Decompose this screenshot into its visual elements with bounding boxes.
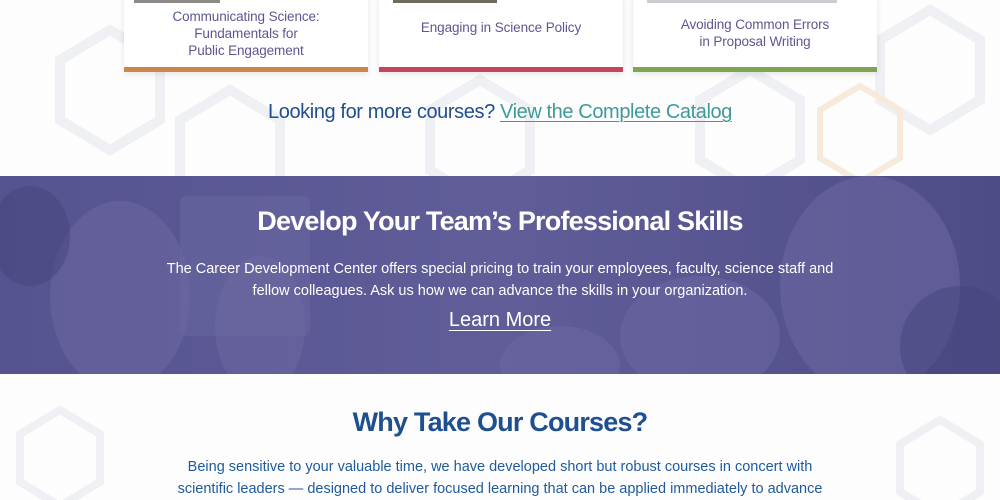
course-title-line: Fundamentals for: [194, 26, 298, 41]
more-courses-line: Looking for more courses? View the Compl…: [0, 101, 1000, 124]
why-heading: Why Take Our Courses?: [352, 407, 649, 437]
team-heading: Develop Your Team’s Professional Skills: [257, 206, 743, 236]
course-card-proposal-writing[interactable]: Avoiding Common Errors in Proposal Writi…: [633, 0, 877, 72]
course-card-communicating-science[interactable]: Communicating Science: Fundamentals for …: [124, 0, 368, 72]
team-training-banner: Develop Your Team’s Professional Skills …: [0, 176, 1000, 374]
course-title-line: Communicating Science:: [172, 9, 320, 24]
learn-more-wrapper: Learn More: [0, 309, 1000, 332]
course-accent-bar: [633, 67, 877, 72]
course-accent-bar: [379, 67, 623, 72]
course-title: Avoiding Common Errors in Proposal Writi…: [633, 16, 877, 50]
course-title: Engaging in Science Policy: [379, 19, 623, 36]
complete-catalog-link[interactable]: View the Complete Catalog: [500, 101, 732, 123]
course-thumbnail: [393, 0, 497, 3]
course-title: Communicating Science: Fundamentals for …: [124, 8, 368, 59]
why-section: Why Take Our Courses? Being sensitive to…: [0, 374, 1000, 500]
more-courses-text: Looking for more courses?: [268, 101, 495, 123]
course-thumbnail: [134, 0, 220, 3]
course-title-line: in Proposal Writing: [699, 34, 811, 49]
course-accent-bar: [124, 67, 368, 72]
course-title-line: Engaging in Science Policy: [420, 20, 582, 35]
course-title-line: Public Engagement: [188, 43, 304, 58]
learn-more-link[interactable]: Learn More: [449, 309, 551, 331]
courses-section: Communicating Science: Fundamentals for …: [0, 0, 1000, 176]
why-description: Being sensitive to your valuable time, w…: [177, 459, 823, 497]
course-thumbnail: [647, 0, 837, 3]
course-card-science-policy[interactable]: Engaging in Science Policy: [379, 0, 623, 72]
course-title-line: Avoiding Common Errors: [680, 17, 830, 32]
team-description: The Career Development Center offers spe…: [166, 261, 834, 299]
